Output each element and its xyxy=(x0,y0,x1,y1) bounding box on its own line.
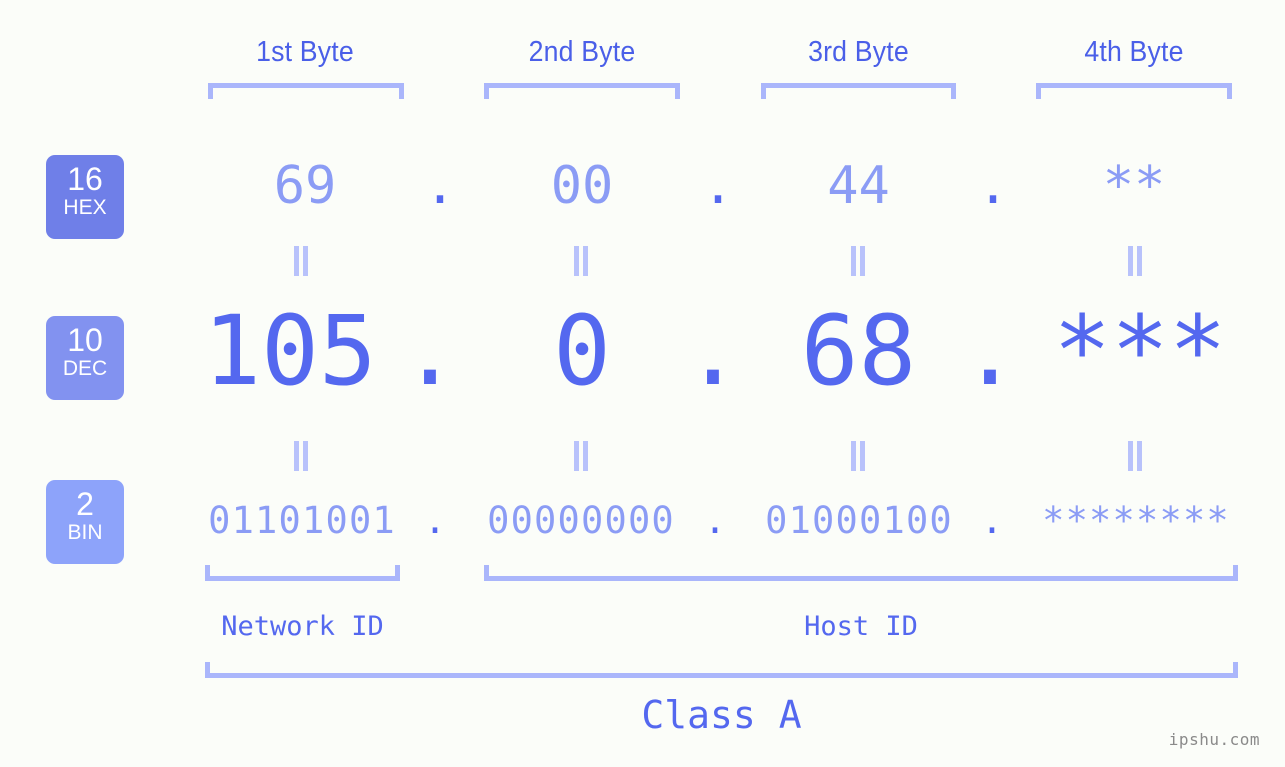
hex-byte-2: 00 xyxy=(550,156,614,216)
equals-separator-dec-bin-1 xyxy=(292,441,310,471)
class-label: Class A xyxy=(641,693,802,737)
equals-separator-hex-dec-4 xyxy=(1126,246,1144,276)
base-badge-bin: 2 BIN xyxy=(46,480,124,564)
equals-separator-dec-bin-2 xyxy=(572,441,590,471)
byte-header-3: 3rd Byte xyxy=(808,36,909,68)
dec-byte-1: 105 xyxy=(203,295,377,407)
network-id-bracket xyxy=(205,565,400,581)
bin-byte-2: 00000000 xyxy=(487,499,675,542)
bin-separator-2: . xyxy=(703,499,727,542)
byte-bracket-4 xyxy=(1036,83,1232,99)
base-badge-dec-number: 10 xyxy=(67,322,103,358)
equals-separator-dec-bin-3 xyxy=(849,441,867,471)
ip-breakdown-diagram: 1st Byte 2nd Byte 3rd Byte 4th Byte 16 H… xyxy=(0,0,1285,767)
hex-separator-3: . xyxy=(977,156,1009,216)
bin-separator-3: . xyxy=(980,499,1004,542)
equals-separator-hex-dec-3 xyxy=(849,246,867,276)
equals-separator-hex-dec-1 xyxy=(292,246,310,276)
hex-byte-3: 44 xyxy=(827,156,890,216)
dec-separator-2: . xyxy=(684,295,742,407)
hex-separator-2: . xyxy=(702,156,734,216)
base-badge-dec: 10 DEC xyxy=(46,316,124,400)
equals-separator-dec-bin-4 xyxy=(1126,441,1144,471)
base-badge-hex: 16 HEX xyxy=(46,155,124,239)
hex-byte-4: ** xyxy=(1102,156,1166,216)
watermark: ipshu.com xyxy=(1168,730,1260,749)
dec-byte-3: 68 xyxy=(800,295,917,407)
dec-separator-1: . xyxy=(401,295,459,407)
byte-header-1: 1st Byte xyxy=(256,36,354,68)
class-bracket xyxy=(205,662,1238,678)
base-badge-bin-number: 2 xyxy=(76,486,94,522)
base-badge-dec-label: DEC xyxy=(62,357,108,380)
byte-header-2: 2nd Byte xyxy=(528,36,636,68)
dec-separator-3: . xyxy=(961,295,1019,407)
base-badge-hex-label: HEX xyxy=(63,196,107,219)
base-badge-hex-number: 16 xyxy=(67,161,103,197)
equals-separator-hex-dec-2 xyxy=(572,246,590,276)
byte-bracket-1 xyxy=(208,83,404,99)
bin-byte-4: ******** xyxy=(1042,499,1230,542)
bin-byte-1: 01101001 xyxy=(208,499,396,542)
hex-byte-1: 69 xyxy=(273,156,337,216)
byte-header-4: 4th Byte xyxy=(1084,36,1184,68)
bin-byte-3: 01000100 xyxy=(765,499,953,542)
bin-separator-1: . xyxy=(423,499,447,542)
dec-byte-2: 0 xyxy=(553,295,611,407)
host-id-label: Host ID xyxy=(804,611,918,642)
dec-byte-4: *** xyxy=(1053,295,1227,407)
byte-bracket-3 xyxy=(761,83,956,99)
host-id-bracket xyxy=(484,565,1238,581)
byte-bracket-2 xyxy=(484,83,680,99)
hex-separator-1: . xyxy=(424,156,456,216)
network-id-label: Network ID xyxy=(221,611,384,642)
base-badge-bin-label: BIN xyxy=(67,521,103,544)
